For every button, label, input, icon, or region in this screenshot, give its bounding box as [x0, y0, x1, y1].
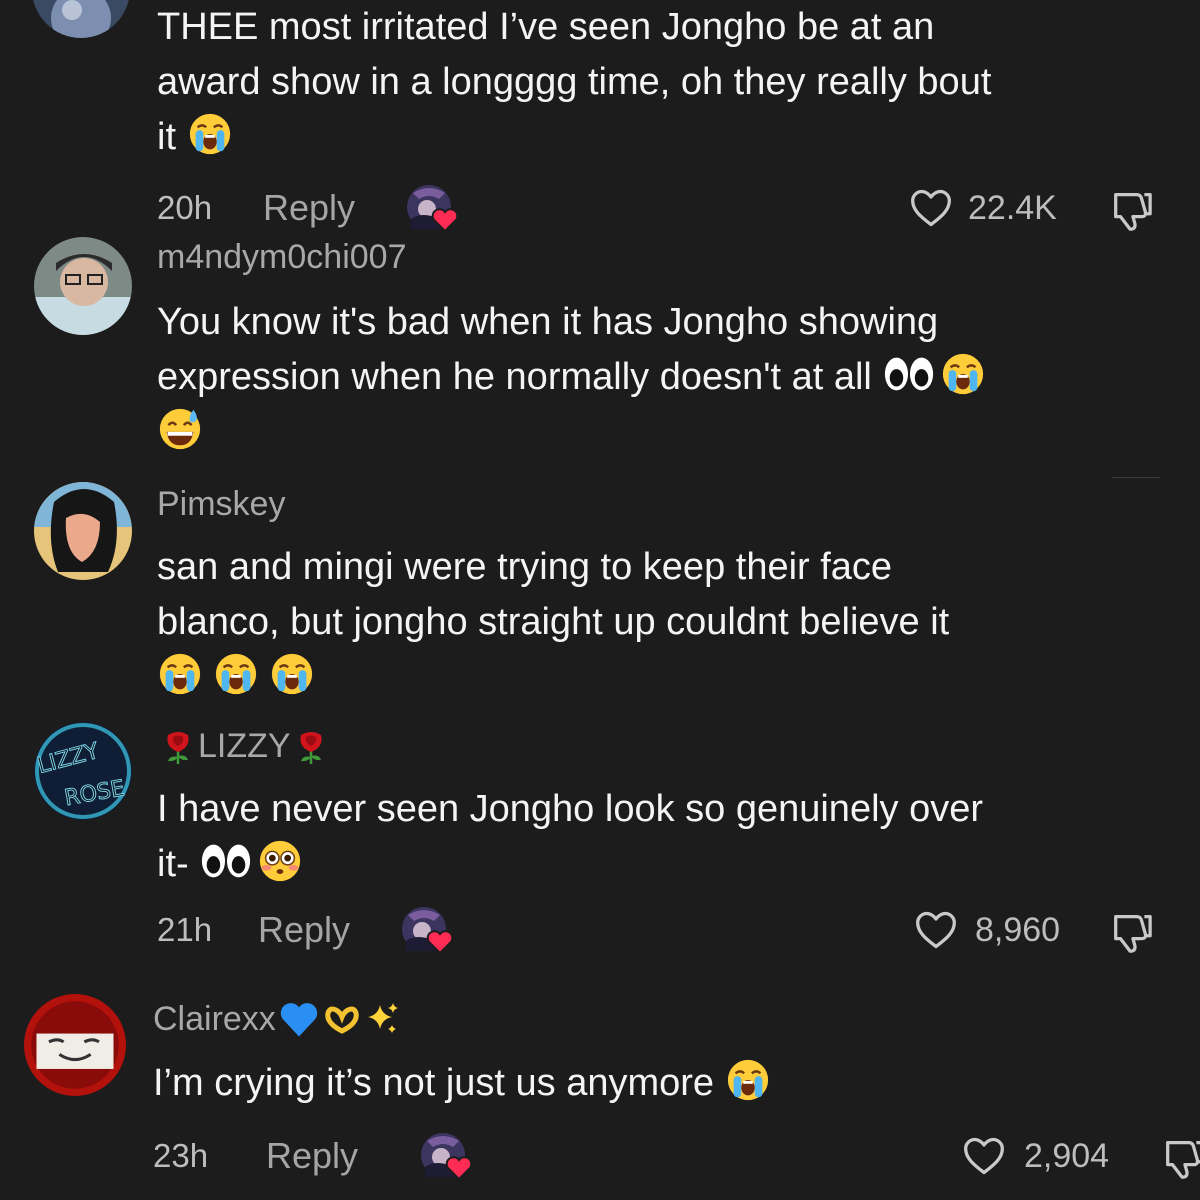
sparkles-emoji [364, 1001, 400, 1037]
divider [1112, 477, 1160, 478]
creator-liked-icon [419, 1131, 475, 1181]
username[interactable]: LIZZY [160, 727, 329, 766]
comment-text: THEE most irritated I’ve seen Jongho be … [157, 6, 992, 158]
reply-button[interactable]: Reply [266, 1135, 358, 1177]
avatar[interactable] [32, 0, 130, 38]
comment-text: I have never seen Jongho look so genuine… [157, 788, 983, 885]
crying-face-emoji [187, 111, 233, 157]
crying-face-emoji [940, 351, 986, 397]
avatar[interactable] [34, 482, 132, 580]
rose-emoji [160, 729, 196, 765]
rose-emoji [293, 729, 329, 765]
creator-liked-icon [405, 183, 461, 233]
eyes-emoji [882, 351, 936, 397]
comment-timestamp: 21h [157, 911, 213, 948]
like-count: 22.4K [968, 189, 1057, 227]
comment-timestamp: 23h [153, 1137, 209, 1174]
crying-face-emoji [725, 1057, 771, 1103]
creator-liked-icon [400, 905, 456, 955]
comment-text: You know it's bad when it has Jongho sho… [157, 295, 1157, 460]
dislike-icon[interactable] [1108, 187, 1154, 231]
avatar[interactable]: LIZZY ROSE [34, 722, 132, 820]
heart-outline-icon[interactable] [914, 909, 958, 951]
reply-button[interactable]: Reply [263, 187, 355, 229]
heart-hands-emoji [322, 1001, 362, 1037]
flushed-face-emoji [257, 838, 303, 884]
crying-face-emoji [157, 651, 203, 697]
comment-timestamp: 20h [157, 189, 213, 226]
comment-text: I’m crying it’s not just us anymore [153, 1056, 1153, 1111]
dislike-icon[interactable] [1160, 1135, 1200, 1179]
like-count: 2,904 [1024, 1137, 1110, 1175]
heart-outline-icon[interactable] [909, 187, 953, 229]
username[interactable]: Pimskey [157, 485, 285, 524]
grinning-sweat-face-emoji [157, 406, 203, 452]
reply-button[interactable]: Reply [258, 909, 350, 951]
like-count: 8,960 [975, 911, 1061, 949]
avatar[interactable] [34, 237, 132, 335]
eyes-emoji [199, 838, 253, 884]
avatar[interactable] [24, 994, 126, 1096]
username[interactable]: Clairexx [153, 998, 400, 1040]
comment-text: san and mingi were trying to keep their … [157, 540, 1157, 705]
heart-outline-icon[interactable] [962, 1135, 1006, 1177]
blue-heart-emoji [278, 998, 320, 1040]
dislike-icon[interactable] [1108, 909, 1154, 953]
crying-face-emoji [269, 651, 315, 697]
username[interactable]: m4ndym0chi007 [157, 238, 406, 277]
crying-face-emoji [213, 651, 259, 697]
